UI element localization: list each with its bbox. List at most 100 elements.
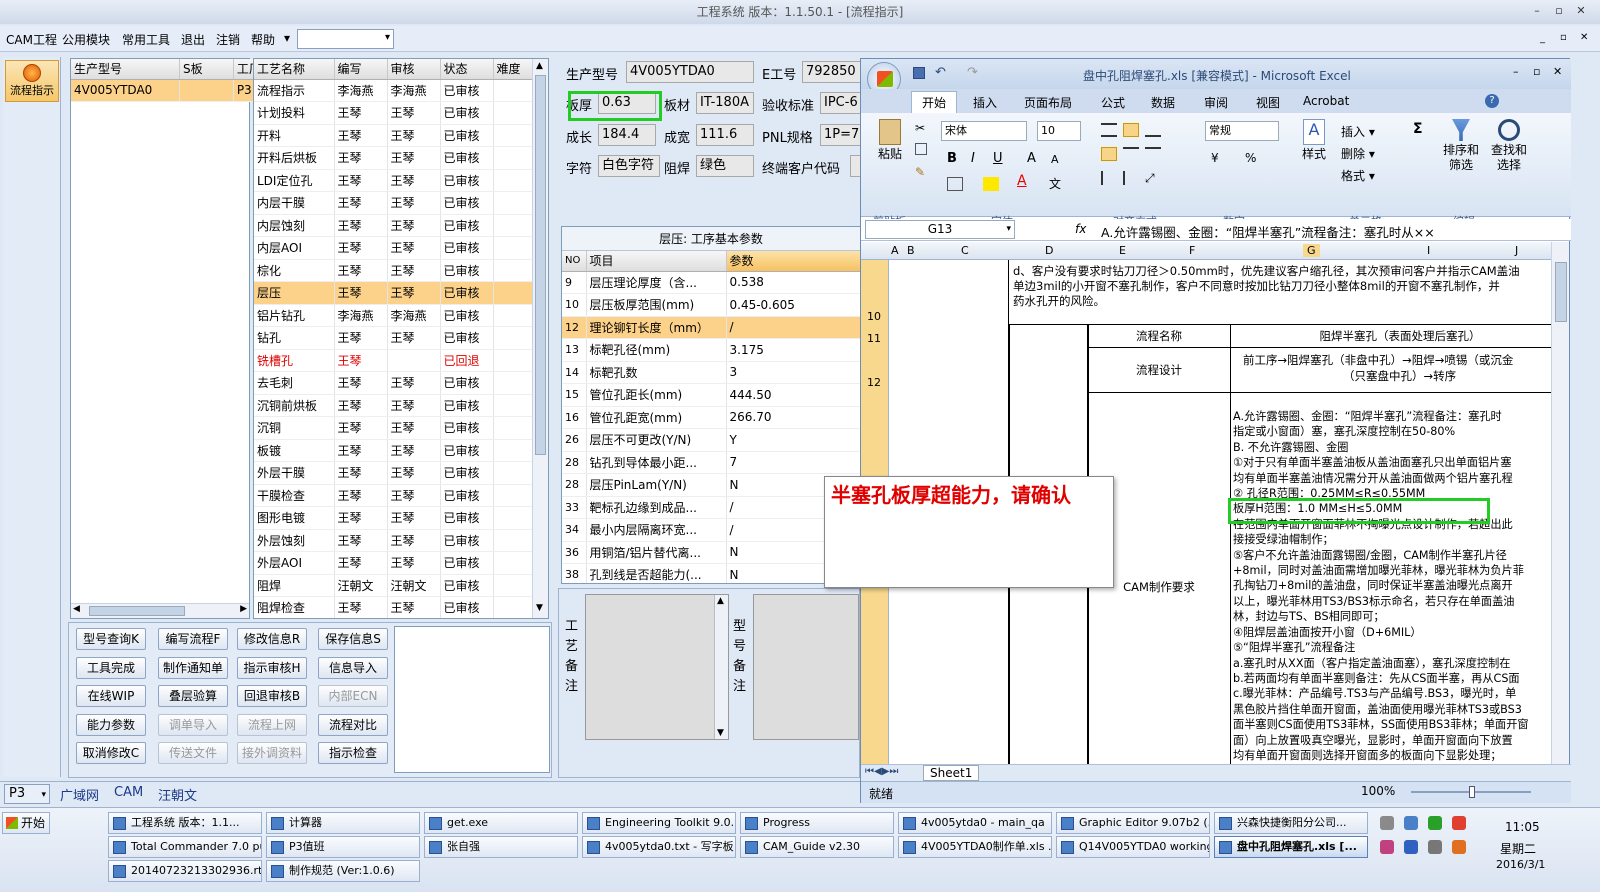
col-header[interactable]: G xyxy=(1303,244,1320,257)
align-left-icon[interactable] xyxy=(1101,147,1117,161)
table-row[interactable]: 外层干膜 王琴 王琴 已审核 xyxy=(254,461,533,485)
fill-color-icon[interactable] xyxy=(983,177,999,191)
formula-content[interactable]: A.允许露锡圈、金圈：“阻焊半塞孔”流程备注：塞孔时从×× xyxy=(1101,222,1435,241)
taskbar-item[interactable]: Total Commander 7.0 pu... xyxy=(108,836,262,858)
accept-field[interactable]: IPC-6 xyxy=(820,92,860,114)
table-row[interactable]: 铣槽孔 王琴 已回退 xyxy=(254,349,533,372)
cut-icon[interactable]: ✂ xyxy=(915,121,925,135)
align-right-icon[interactable] xyxy=(1145,147,1161,161)
table-row[interactable]: 开料 王琴 王琴 已审核 xyxy=(254,124,533,147)
col-header[interactable]: C xyxy=(961,244,969,257)
menu-help[interactable]: 帮助 xyxy=(251,31,275,48)
factory-select[interactable]: P3 ▾ xyxy=(4,784,50,804)
action-button[interactable]: 内部ECN xyxy=(318,685,388,707)
table-row[interactable]: 外层蚀刻 王琴 王琴 已审核 xyxy=(254,529,533,552)
taskbar-item[interactable]: Progress xyxy=(740,812,894,834)
tray-icon[interactable] xyxy=(1404,816,1418,830)
col-status[interactable]: 状态 xyxy=(440,59,494,80)
table-row[interactable]: 内层AOI 王琴 王琴 已审核 xyxy=(254,236,533,260)
table-row[interactable]: 板镀 王琴 王琴 已审核 xyxy=(254,439,533,462)
table-row[interactable]: LDI定位孔 王琴 王琴 已审核 xyxy=(254,169,533,192)
menu-cam[interactable]: CAM工程 xyxy=(6,31,57,48)
align-center-icon[interactable] xyxy=(1123,147,1139,161)
table-row[interactable]: 26 层压不可更改(Y/N) Y xyxy=(562,428,860,452)
underline-icon[interactable]: U xyxy=(993,151,1003,166)
table-row[interactable]: 28 层压PinLam(Y/N) N xyxy=(562,473,860,497)
col-header[interactable]: E xyxy=(1119,244,1126,257)
action-button[interactable]: 保存信息S xyxy=(318,628,388,650)
process-note-box[interactable]: ▲ ▼ xyxy=(585,594,729,740)
number-format-select[interactable]: 常规 xyxy=(1205,121,1279,141)
tray-icon[interactable] xyxy=(1452,840,1466,854)
col-header[interactable]: J xyxy=(1515,244,1518,257)
copy-icon[interactable] xyxy=(915,143,927,155)
menu-tools[interactable]: 常用工具 xyxy=(122,31,170,48)
table-row[interactable]: 16 管位孔距宽(mm) 266.70 xyxy=(562,406,860,429)
close-icon[interactable]: ✕ xyxy=(1574,4,1588,18)
italic-icon[interactable]: I xyxy=(971,151,975,166)
table-row[interactable]: 28 钻孔到导体最小距... 7 xyxy=(562,451,860,474)
start-button[interactable]: 开始 xyxy=(2,812,50,834)
table-row[interactable]: 内层蚀刻 王琴 王琴 已审核 xyxy=(254,214,533,237)
paste-button[interactable]: 粘贴 xyxy=(873,119,907,175)
mdi-minimize-icon[interactable]: _ xyxy=(1540,33,1545,44)
delete-cells-button[interactable]: 删除 ▾ xyxy=(1341,145,1375,162)
currency-icon[interactable]: ¥ xyxy=(1211,151,1219,165)
horizontal-scrollbar[interactable]: ◀ ▶ xyxy=(71,603,249,618)
mdi-restore-icon[interactable]: ▫ xyxy=(1560,32,1567,43)
volume-icon[interactable] xyxy=(1428,840,1442,854)
indent-increase-icon[interactable] xyxy=(1123,171,1139,185)
format-cells-button[interactable]: 格式 ▾ xyxy=(1341,167,1375,184)
model-note-box[interactable] xyxy=(753,594,859,740)
border-icon[interactable] xyxy=(947,177,963,191)
table-row[interactable]: 14 标靶孔数 3 xyxy=(562,361,860,384)
scroll-right-icon[interactable]: ▶ xyxy=(240,604,247,614)
table-row[interactable]: 阻焊 汪朝文 汪朝文 已审核 xyxy=(254,574,533,597)
chevron-down-icon[interactable]: ▾ xyxy=(284,31,290,45)
taskbar-item[interactable]: 4v005ytda0 - main_qa xyxy=(898,812,1052,834)
undo-icon[interactable]: ↶ xyxy=(935,65,946,80)
font-name-select[interactable]: 宋体 xyxy=(941,121,1027,141)
excel-restore-icon[interactable]: ▫ xyxy=(1533,65,1540,78)
tab-formulas[interactable]: 公式 xyxy=(1101,94,1125,111)
taskbar-item[interactable]: Engineering Toolkit 9.0... xyxy=(582,812,736,834)
tab-data[interactable]: 数据 xyxy=(1151,94,1175,111)
taskbar-item[interactable]: 计算器 xyxy=(266,812,420,834)
col-sboard[interactable]: S板 xyxy=(179,59,234,80)
table-row[interactable]: 9 层压理论厚度（含... 0.538 xyxy=(562,271,860,294)
sort-filter-button[interactable]: 排序和筛选 xyxy=(1439,119,1483,183)
length-field[interactable]: 184.4 xyxy=(598,124,656,146)
col-header[interactable]: B xyxy=(907,244,915,257)
table-row[interactable]: 开料后烘板 王琴 王琴 已审核 xyxy=(254,146,533,170)
action-button[interactable]: 能力参数 xyxy=(76,713,146,736)
action-button[interactable]: 修改信息R xyxy=(237,628,307,650)
tab-review[interactable]: 审阅 xyxy=(1204,94,1228,111)
table-row[interactable]: 阻焊检查 王琴 王琴 已审核 xyxy=(254,596,533,618)
table-row[interactable]: 内层干膜 王琴 王琴 已审核 xyxy=(254,191,533,215)
action-button[interactable]: 指示检查 xyxy=(318,742,388,764)
col-header[interactable]: A xyxy=(891,244,899,257)
help-icon[interactable]: ? xyxy=(1485,94,1499,108)
tab-page-layout[interactable]: 页面布局 xyxy=(1024,94,1072,111)
tab-view[interactable]: 视图 xyxy=(1256,94,1280,111)
design-value-cell[interactable]: 前工序→阻焊塞孔（非盘中孔）→阻焊→喷锡（或沉金 （只塞盘中孔）→转序 xyxy=(1230,347,1551,393)
action-button[interactable]: 叠层验算 xyxy=(158,685,228,707)
action-button[interactable]: 回退审核B xyxy=(237,685,307,707)
table-row[interactable]: 15 管位孔距长(mm) 444.50 xyxy=(562,383,860,407)
font-size-select[interactable]: 10 xyxy=(1037,121,1081,141)
excel-close-icon[interactable]: ✕ xyxy=(1553,65,1562,78)
row-header[interactable]: 11 xyxy=(867,332,881,345)
table-row[interactable]: 10 层压板厚范围(mm) 0.45-0.605 xyxy=(562,293,860,317)
col-header[interactable]: I xyxy=(1427,244,1430,257)
fx-icon[interactable]: fx xyxy=(1075,222,1086,236)
action-button[interactable]: 编写流程F xyxy=(158,628,228,650)
taskbar-item[interactable]: get.exe xyxy=(424,812,578,834)
table-row[interactable]: 计划投料 王琴 王琴 已审核 xyxy=(254,101,533,125)
action-button[interactable]: 流程对比 xyxy=(318,713,388,736)
taskbar-item[interactable]: 4V005YTDA0制作单.xls ... xyxy=(898,836,1052,858)
table-row[interactable]: 外层AOI 王琴 王琴 已审核 xyxy=(254,551,533,575)
grow-font-icon[interactable]: A xyxy=(1027,151,1036,166)
minimize-icon[interactable]: – xyxy=(1530,4,1544,18)
scroll-up-icon[interactable]: ▲ xyxy=(717,596,724,606)
col-model[interactable]: 生产型号 xyxy=(71,59,181,80)
